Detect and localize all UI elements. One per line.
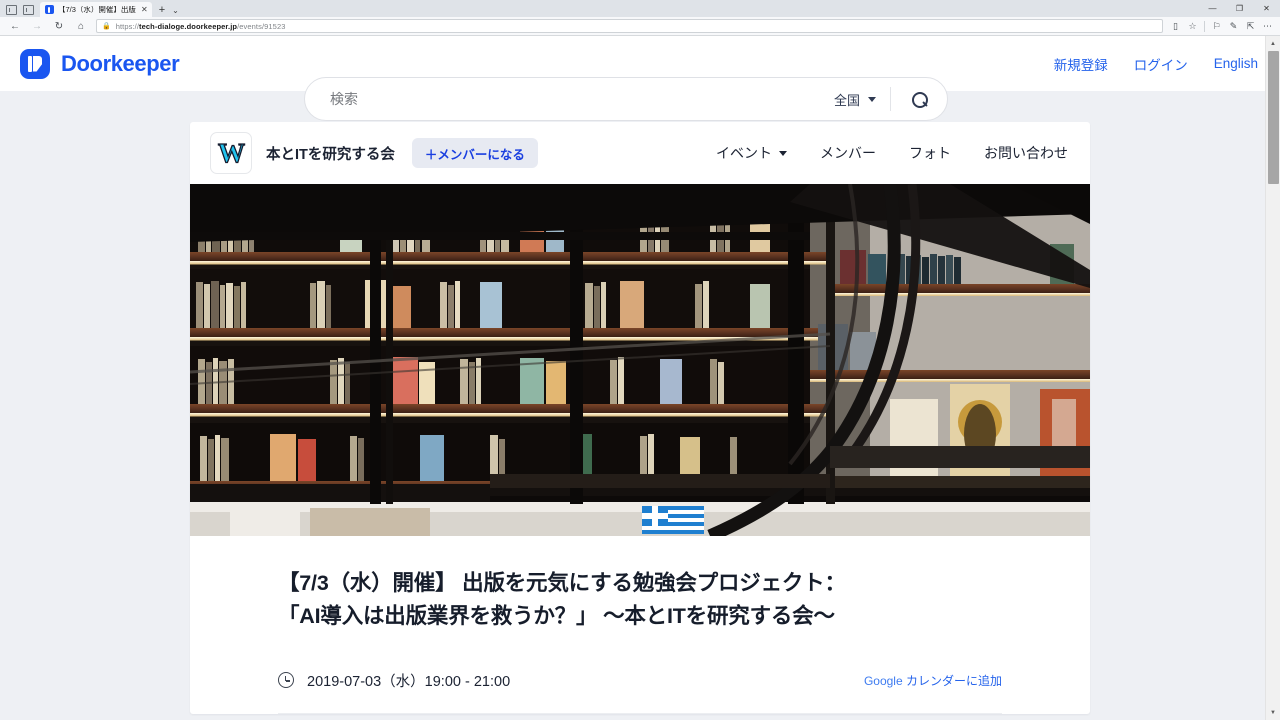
chevron-down-icon xyxy=(779,150,787,156)
tab-groups-icon[interactable] xyxy=(6,5,17,15)
group-logo-glyph: W xyxy=(217,137,245,168)
event-datetime-row: 2019-07-03（水）19:00 - 21:00 Google カレンダーに… xyxy=(278,670,1002,714)
gcal-rest: カレンダーに追加 xyxy=(902,673,1002,688)
lock-icon: 🔒 xyxy=(102,23,111,30)
search-icon xyxy=(911,91,928,108)
login-link[interactable]: ログイン xyxy=(1134,54,1188,74)
search-input[interactable] xyxy=(305,91,834,107)
gcal-brand: Google xyxy=(863,673,903,688)
add-to-google-calendar-link[interactable]: Google カレンダーに追加 xyxy=(864,672,1002,689)
group-nav-item-photos[interactable]: フォト xyxy=(909,143,951,163)
browser-window: 【7/3（水）開催】出版を ✕ + ⌄ — ❐ ✕ ← → ↻ ⌂ 🔒 http… xyxy=(0,0,1280,720)
group-nav-label-members: メンバー xyxy=(820,145,876,161)
toolbar-divider xyxy=(1204,20,1205,32)
doorkeeper-logo[interactable]: Doorkeeper xyxy=(18,48,180,79)
event-title-line1: 【7/3（水）開催】 出版を元気にする勉強会プロジェクト： xyxy=(278,571,846,595)
group-nav: イベント メンバー フォト お問い合わせ xyxy=(716,122,1068,184)
browser-tab[interactable]: 【7/3（水）開催】出版を ✕ xyxy=(40,2,152,17)
event-datetime: 2019-07-03（水）19:00 - 21:00 xyxy=(307,673,511,690)
event-card: W 本とITを研究する会 ＋メンバーになる イベント メンバー フォト お問い合… xyxy=(190,122,1090,714)
scroll-down-arrow-icon[interactable]: ▼ xyxy=(1266,705,1280,720)
group-nav-label-photos: フォト xyxy=(909,145,951,161)
language-english-link[interactable]: English xyxy=(1214,56,1258,71)
event-title-line2: 「AI導入は出版業界を救うか？」 〜本とITを研究する会〜 xyxy=(278,604,835,629)
event-body: 【7/3（水）開催】 出版を元気にする勉強会プロジェクト： 「AI導入は出版業界… xyxy=(190,536,1090,714)
titlebar-left-icons xyxy=(0,5,40,17)
page-scrollbar[interactable]: ▲ ▼ xyxy=(1265,36,1280,720)
group-nav-label-contact: お問い合わせ xyxy=(984,145,1068,161)
reading-view-icon[interactable]: ▯ xyxy=(1167,18,1184,35)
doorkeeper-logo-icon xyxy=(20,48,50,79)
header-links: 新規登録 ログイン English xyxy=(1054,36,1258,91)
browser-toolbar-icons: ▯ ☆ ⚐ ✎ ⇱ ⋯ xyxy=(1167,18,1276,35)
join-group-button-label: ＋メンバーになる xyxy=(424,147,525,162)
settings-more-icon[interactable]: ⋯ xyxy=(1259,18,1276,35)
region-label: 全国 xyxy=(833,92,860,108)
region-select[interactable]: 全国 xyxy=(834,90,890,109)
group-nav-label-events: イベント xyxy=(716,145,772,161)
doorkeeper-logo-text: Doorkeeper xyxy=(61,50,180,76)
forward-icon[interactable]: → xyxy=(26,18,48,35)
url-prefix: https:// xyxy=(115,21,140,31)
group-nav-item-members[interactable]: メンバー xyxy=(820,143,876,163)
window-close-button[interactable]: ✕ xyxy=(1253,0,1280,17)
site-header: Doorkeeper 全国 新規登録 ログイン English xyxy=(0,36,1280,121)
home-icon[interactable]: ⌂ xyxy=(70,18,92,35)
browser-titlebar: 【7/3（水）開催】出版を ✕ + ⌄ — ❐ ✕ xyxy=(0,0,1280,17)
group-logo[interactable]: W xyxy=(210,132,252,174)
url-text: https://tech-dialoge.doorkeeper.jp/event… xyxy=(116,22,286,31)
search-submit-button[interactable] xyxy=(891,91,947,108)
reload-icon[interactable]: ↻ xyxy=(48,18,70,35)
window-minimize-button[interactable]: — xyxy=(1199,0,1226,17)
search-box: 全国 xyxy=(304,77,948,121)
event-hero-image xyxy=(190,184,1090,536)
group-nav-item-contact[interactable]: お問い合わせ xyxy=(984,143,1068,163)
collections-icon[interactable]: ⚐ xyxy=(1208,18,1225,35)
scrollbar-thumb[interactable] xyxy=(1268,51,1279,184)
tab-list-chevron-down-icon[interactable]: ⌄ xyxy=(172,6,179,17)
event-title: 【7/3（水）開催】 出版を元気にする勉強会プロジェクト： 「AI導入は出版業界… xyxy=(278,567,1002,634)
tab-title: 【7/3（水）開催】出版を xyxy=(58,5,136,14)
window-maximize-button[interactable]: ❐ xyxy=(1226,0,1253,17)
window-controls: — ❐ ✕ xyxy=(1199,0,1280,17)
favorite-star-icon[interactable]: ☆ xyxy=(1184,18,1201,35)
chevron-down-icon xyxy=(868,96,876,102)
join-group-button[interactable]: ＋メンバーになる xyxy=(411,138,538,168)
group-nav-item-events[interactable]: イベント xyxy=(716,143,787,163)
address-bar[interactable]: 🔒 https://tech-dialoge.doorkeeper.jp/eve… xyxy=(96,19,1163,33)
tab-favicon-doorkeeper xyxy=(45,5,54,14)
new-tab-button[interactable]: + xyxy=(152,5,172,17)
bookshelf-library-illustration xyxy=(190,184,1090,536)
page-viewport: Doorkeeper 全国 新規登録 ログイン English xyxy=(0,36,1280,720)
group-name[interactable]: 本とITを研究する会 xyxy=(266,143,395,164)
tab-close-icon[interactable]: ✕ xyxy=(140,5,148,14)
share-icon[interactable]: ⇱ xyxy=(1242,18,1259,35)
url-domain: tech-dialoge.doorkeeper.jp xyxy=(139,21,238,31)
url-path: /events/91523 xyxy=(237,21,286,31)
vertical-tabs-icon[interactable] xyxy=(23,5,34,15)
annotate-icon[interactable]: ✎ xyxy=(1225,18,1242,35)
signup-link[interactable]: 新規登録 xyxy=(1054,54,1108,74)
clock-icon xyxy=(278,672,294,689)
scroll-up-arrow-icon[interactable]: ▲ xyxy=(1266,36,1280,51)
browser-navbar: ← → ↻ ⌂ 🔒 https://tech-dialoge.doorkeepe… xyxy=(0,17,1280,36)
group-header: W 本とITを研究する会 ＋メンバーになる イベント メンバー フォト お問い合… xyxy=(190,122,1090,184)
back-icon[interactable]: ← xyxy=(4,18,26,35)
